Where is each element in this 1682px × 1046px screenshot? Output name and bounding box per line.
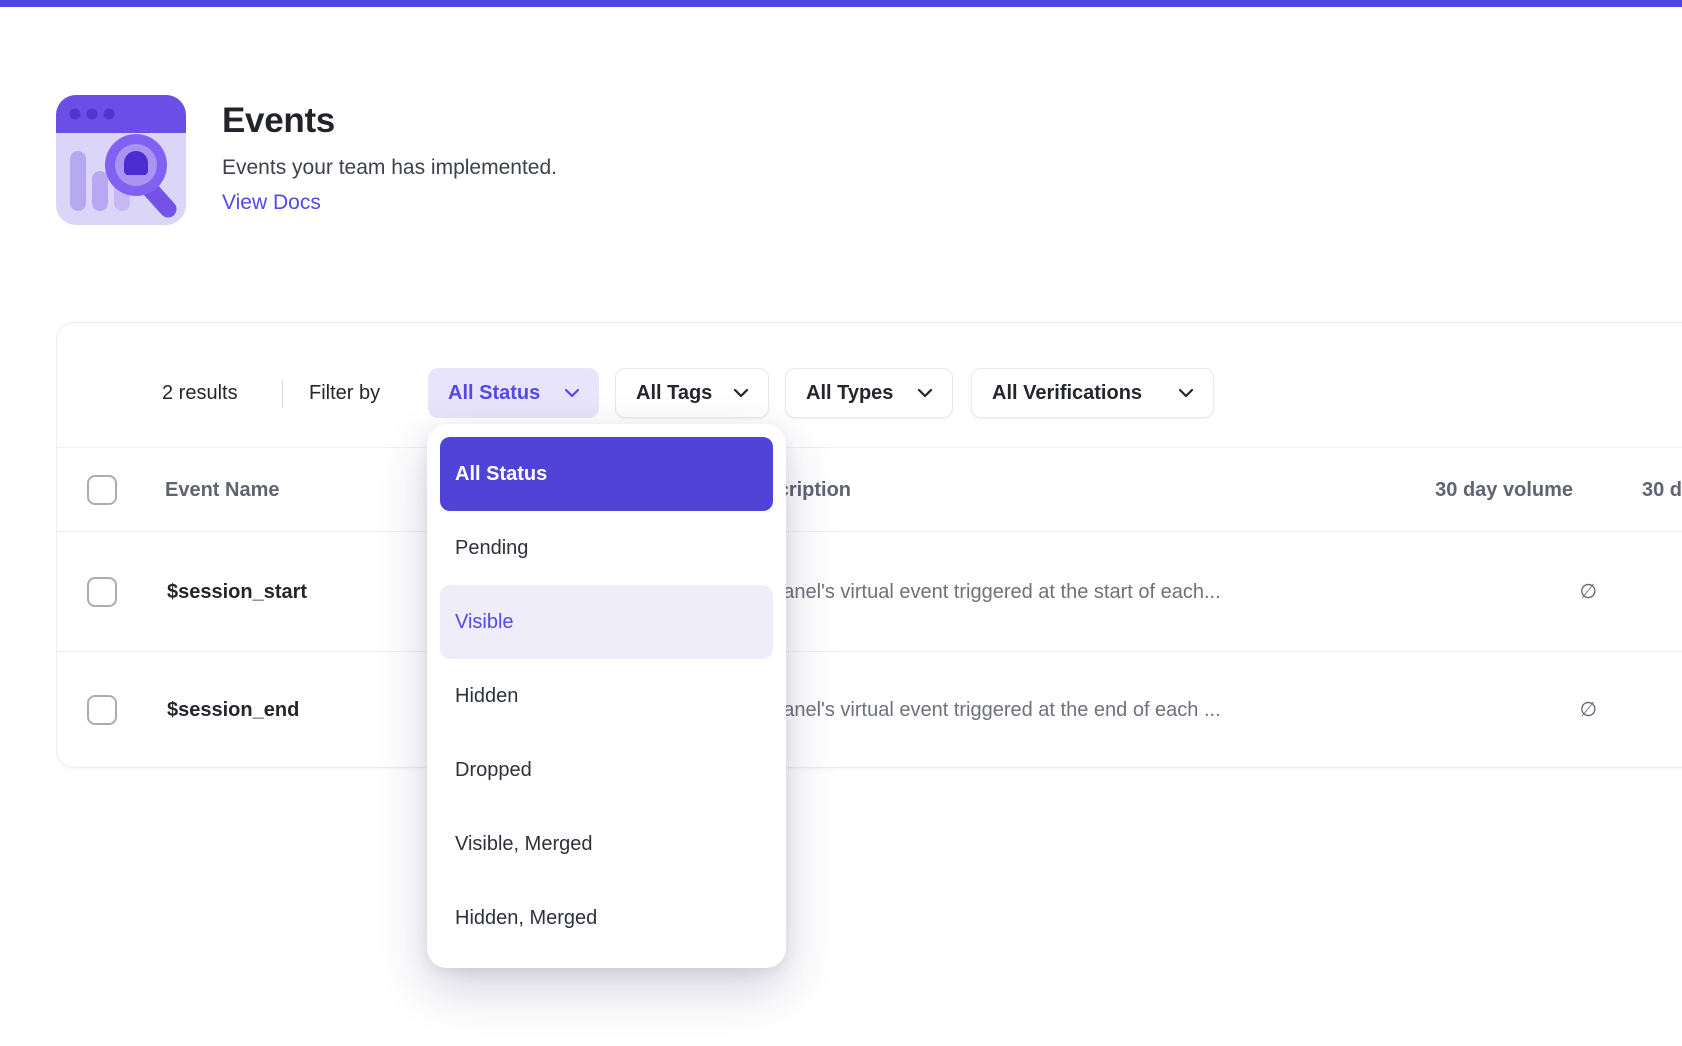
- header-text: Events Events your team has implemented.…: [222, 95, 557, 215]
- status-option-pending[interactable]: Pending: [440, 511, 773, 585]
- page-header: Events Events your team has implemented.…: [56, 95, 557, 225]
- table-row[interactable]: $session_start Mixpanel's virtual event …: [57, 532, 1682, 652]
- chevron-down-icon: [918, 389, 932, 398]
- status-option-visible[interactable]: Visible: [440, 585, 773, 659]
- filter-all-status-button[interactable]: All Status: [428, 368, 599, 418]
- filter-all-types-label: All Types: [806, 382, 893, 405]
- status-option-hidden-merged[interactable]: Hidden, Merged: [440, 881, 773, 955]
- column-header-event-name[interactable]: Event Name: [165, 448, 280, 532]
- status-option-dropped[interactable]: Dropped: [440, 733, 773, 807]
- filter-all-tags-label: All Tags: [636, 382, 712, 405]
- chevron-down-icon: [565, 389, 579, 398]
- status-option-hidden[interactable]: Hidden: [440, 659, 773, 733]
- table-row[interactable]: $session_end Mixpanel's virtual event tr…: [57, 652, 1682, 768]
- event-name-cell[interactable]: $session_start: [167, 532, 307, 652]
- page-title: Events: [222, 101, 557, 141]
- filter-all-status-label: All Status: [448, 382, 540, 405]
- column-header-30-d-truncated[interactable]: 30 d: [1642, 448, 1682, 532]
- browser-chart-magnifier-icon: [56, 95, 186, 225]
- page-subtitle: Events your team has implemented.: [222, 156, 557, 180]
- event-description-cell: Mixpanel's virtual event triggered at th…: [741, 652, 1221, 768]
- filter-divider: [282, 380, 283, 408]
- status-dropdown-menu: All Status Pending Visible Hidden Droppe…: [427, 424, 786, 968]
- view-docs-link[interactable]: View Docs: [222, 191, 321, 215]
- results-count: 2 results: [162, 368, 238, 418]
- event-description-cell: Mixpanel's virtual event triggered at th…: [741, 532, 1221, 652]
- status-option-visible-merged[interactable]: Visible, Merged: [440, 807, 773, 881]
- row-checkbox[interactable]: [87, 577, 117, 607]
- filter-all-verifications-label: All Verifications: [992, 382, 1142, 405]
- top-accent-bar: [0, 0, 1682, 7]
- filter-all-verifications-button[interactable]: All Verifications: [971, 368, 1214, 418]
- select-all-checkbox[interactable]: [87, 475, 117, 505]
- status-option-all-status[interactable]: All Status: [440, 437, 773, 511]
- filter-by-label: Filter by: [309, 368, 380, 418]
- table-header-row: Event Name Description 30 day volume 30 …: [57, 448, 1682, 532]
- chevron-down-icon: [1179, 389, 1193, 398]
- events-table-card: 2 results Filter by All Status All Tags …: [56, 322, 1682, 768]
- column-header-30-day-volume[interactable]: 30 day volume: [1273, 448, 1573, 532]
- filter-all-tags-button[interactable]: All Tags: [615, 368, 769, 418]
- event-volume-cell: ∅: [1307, 532, 1597, 652]
- filter-bar: 2 results Filter by All Status All Tags …: [57, 323, 1682, 448]
- row-checkbox[interactable]: [87, 695, 117, 725]
- chevron-down-icon: [734, 389, 748, 398]
- event-name-cell[interactable]: $session_end: [167, 652, 299, 768]
- filter-all-types-button[interactable]: All Types: [785, 368, 953, 418]
- event-volume-cell: ∅: [1307, 652, 1597, 768]
